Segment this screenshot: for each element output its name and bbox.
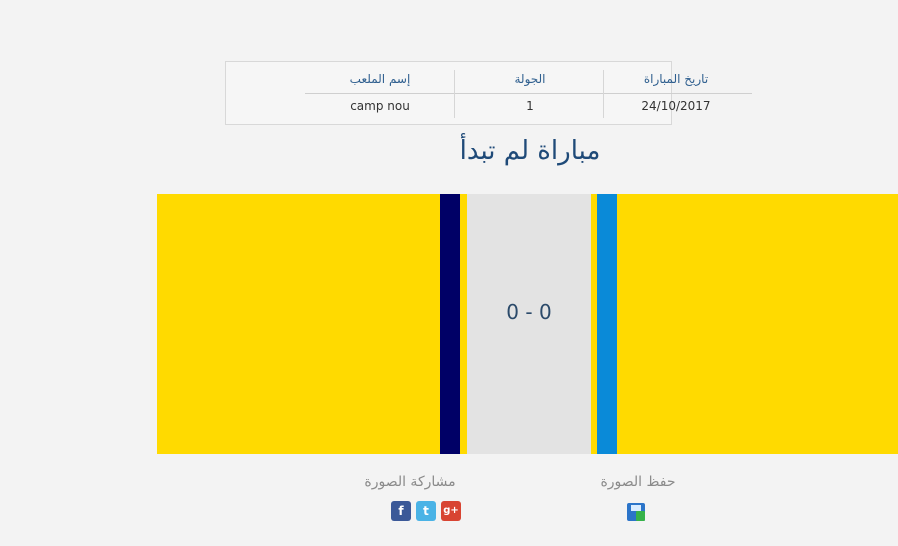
- column-divider: [454, 70, 455, 118]
- team-left-stripe: [440, 194, 460, 454]
- header-round: الجولة: [514, 72, 546, 86]
- match-info-divider: [305, 93, 752, 94]
- match-status-title: مباراة لم تبدأ: [459, 136, 601, 166]
- value-round: 1: [526, 99, 534, 113]
- share-image-label: مشاركة الصورة: [364, 474, 456, 490]
- score-panel: 0 - 0: [467, 194, 591, 454]
- value-stadium: camp nou: [350, 99, 410, 113]
- column-divider: [603, 70, 604, 118]
- save-icon-arrow: [636, 511, 645, 521]
- save-icon[interactable]: [627, 503, 645, 521]
- header-date: تاريخ المباراة: [643, 72, 709, 86]
- twitter-icon[interactable]: t: [416, 501, 436, 521]
- google-plus-icon[interactable]: g+: [441, 501, 461, 521]
- save-image-label: حفظ الصورة: [600, 474, 676, 490]
- score: 0 - 0: [506, 300, 552, 324]
- header-stadium: إسم الملعب: [349, 72, 411, 86]
- facebook-icon[interactable]: f: [391, 501, 411, 521]
- team-right-stripe: [597, 194, 617, 454]
- match-graphic: 0 - 0: [157, 194, 898, 454]
- value-date: 24/10/2017: [641, 99, 711, 113]
